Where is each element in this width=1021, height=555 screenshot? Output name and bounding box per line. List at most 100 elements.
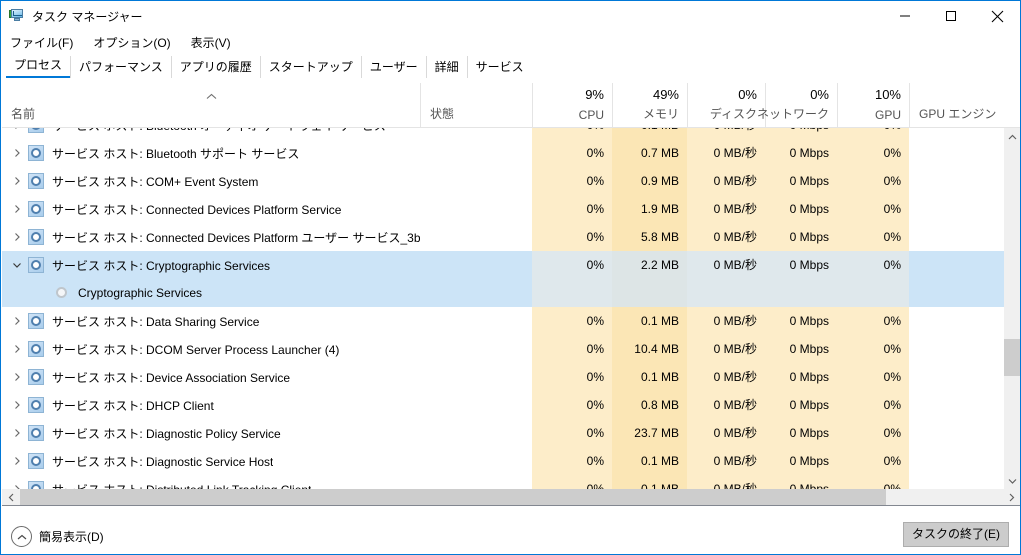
cell-network [765,279,837,307]
horizontal-scrollbar-thumb[interactable] [20,489,886,505]
minimize-button[interactable] [882,1,928,31]
scroll-left-icon[interactable] [2,489,19,505]
process-name-cell[interactable]: サービス ホスト: Bluetooth サポート サービス [2,139,420,167]
process-name-cell[interactable]: サービス ホスト: Diagnostic Service Host [2,447,420,475]
service-host-icon [28,341,44,357]
process-name-cell[interactable]: サービス ホスト: Cryptographic Services [2,251,420,279]
cell-gpu-engine [909,447,1004,475]
chevron-right-icon[interactable] [12,204,22,214]
cell-gpu: 0% [837,307,909,335]
chevron-right-icon[interactable] [12,400,22,410]
process-name-cell[interactable]: サービス ホスト: DHCP Client [2,391,420,419]
cell-gpu-engine [909,363,1004,391]
process-name-cell[interactable]: サービス ホスト: Diagnostic Policy Service [2,419,420,447]
horizontal-scrollbar[interactable] [2,489,1020,506]
process-name-label: サービス ホスト: Connected Devices Platform ユーザ… [52,230,420,245]
process-name-cell[interactable]: サービス ホスト: Bluetooth オーディオ ゲートウェイ サービス [2,128,420,139]
menu-item-file[interactable]: ファイル(F) [10,34,73,51]
cell-cpu: 0% [532,251,612,279]
cell-gpu: 0% [837,419,909,447]
process-name-cell[interactable]: サービス ホスト: Data Sharing Service [2,307,420,335]
cell-disk: 0 MB/秒 [687,475,765,489]
scroll-up-icon[interactable] [1004,128,1020,145]
maximize-button[interactable] [928,1,974,31]
chevron-down-icon[interactable] [12,260,22,270]
table-row[interactable]: サービス ホスト: Device Association Service 0% 0.… [2,363,1004,391]
process-name-cell[interactable]: サービス ホスト: Distributed Link Tracking Clie… [2,475,420,489]
column-header-cpu[interactable]: 9% CPU [532,83,612,127]
process-name-cell[interactable]: サービス ホスト: COM+ Event System [2,167,420,195]
chevron-right-icon[interactable] [12,128,22,130]
close-button[interactable] [974,1,1020,31]
vertical-scrollbar-thumb[interactable] [1004,339,1020,376]
column-header-name[interactable]: 名前 [2,83,420,127]
process-name-cell[interactable]: サービス ホスト: Device Association Service [2,363,420,391]
process-name-cell[interactable]: サービス ホスト: DCOM Server Process Launcher (… [2,335,420,363]
chevron-right-icon[interactable] [12,428,22,438]
process-name-cell[interactable]: サービス ホスト: Connected Devices Platform ユーザ… [2,223,420,251]
scroll-down-icon[interactable] [1004,472,1020,489]
chevron-right-icon[interactable] [12,176,22,186]
cell-network: 0 Mbps [765,128,837,139]
fewer-details-button[interactable]: 簡易表示(D) [11,526,104,547]
table-row[interactable]: サービス ホスト: DCOM Server Process Launcher (… [2,335,1004,363]
process-name-label: サービス ホスト: Bluetooth オーディオ ゲートウェイ サービス [52,128,386,134]
process-name-cell[interactable]: Cryptographic Services [2,279,420,307]
vertical-scrollbar[interactable] [1004,128,1020,489]
process-name-cell[interactable]: サービス ホスト: Connected Devices Platform Ser… [2,195,420,223]
cell-memory: 2.2 MB [612,251,687,279]
table-row[interactable]: Cryptographic Services [2,279,1004,307]
tab-4[interactable]: ユーザー [360,56,426,78]
footer-bar: 簡易表示(D) タスクの終了(E) [2,507,1020,554]
column-header-gpu-engine[interactable]: GPU エンジン [909,83,1020,127]
cell-disk: 0 MB/秒 [687,363,765,391]
table-row[interactable]: サービス ホスト: Bluetooth サポート サービス 0% 0.7 MB 0 M… [2,139,1004,167]
column-header-gpu[interactable]: 10% GPU [837,83,909,127]
chevron-right-icon[interactable] [12,316,22,326]
process-name-label: サービス ホスト: Diagnostic Service Host [52,454,274,469]
table-row[interactable]: サービス ホスト: Distributed Link Tracking Clie… [2,475,1004,489]
cell-memory: 0.1 MB [612,307,687,335]
table-row[interactable]: サービス ホスト: Connected Devices Platform ユーザ… [2,223,1004,251]
table-row[interactable]: サービス ホスト: COM+ Event System 0% 0.9 MB 0 MB/… [2,167,1004,195]
column-header-gpu-engine-label: GPU エンジン [919,107,997,121]
fewer-details-label: 簡易表示(D) [39,530,104,544]
cell-gpu: 0% [837,128,909,139]
table-row[interactable]: サービス ホスト: Diagnostic Service Host 0% 0.1 M… [2,447,1004,475]
column-header-memory[interactable]: 49% メモリ [612,83,687,127]
tab-1[interactable]: パフォーマンス [70,56,171,78]
chevron-right-icon[interactable] [12,232,22,242]
column-header-status[interactable]: 状態 [420,83,532,127]
table-row[interactable]: サービス ホスト: Data Sharing Service 0% 0.1 MB 0 … [2,307,1004,335]
column-header-memory-label: メモリ [642,107,679,121]
cell-disk [687,279,765,307]
chevron-right-icon[interactable] [12,456,22,466]
cell-memory: 10.4 MB [612,335,687,363]
cell-cpu: 0% [532,139,612,167]
tab-0[interactable]: プロセス [6,54,71,78]
table-row[interactable]: サービス ホスト: Connected Devices Platform Ser… [2,195,1004,223]
column-header-network[interactable]: 0% ネットワーク [757,83,837,127]
table-row[interactable]: サービス ホスト: Bluetooth オーディオ ゲートウェイ サービス 0%0… [2,128,1004,139]
tab-5[interactable]: 詳細 [425,56,467,78]
menu-item-options[interactable]: オプション(O) [93,34,170,51]
cell-network: 0 Mbps [765,363,837,391]
cell-cpu: 0% [532,335,612,363]
chevron-right-icon[interactable] [12,148,22,158]
menu-item-view[interactable]: 表示(V) [191,34,231,51]
table-row[interactable]: サービス ホスト: Cryptographic Services 0% 2.2 MB… [2,251,1004,279]
tab-6[interactable]: サービス [466,56,532,78]
tab-3[interactable]: スタートアップ [259,56,361,78]
column-header-disk[interactable]: 0% ディスク [687,83,765,127]
tab-2[interactable]: アプリの履歴 [170,56,260,78]
cell-gpu: 0% [837,447,909,475]
chevron-right-icon[interactable] [12,344,22,354]
scroll-right-icon[interactable] [1003,489,1020,505]
chevron-right-icon[interactable] [12,372,22,382]
end-task-button[interactable]: タスクの終了(E) [903,522,1009,547]
cell-disk: 0 MB/秒 [687,223,765,251]
table-row[interactable]: サービス ホスト: Diagnostic Policy Service 0% 23.… [2,419,1004,447]
service-host-icon [28,313,44,329]
table-row[interactable]: サービス ホスト: DHCP Client 0% 0.8 MB 0 MB/秒 0 Mbp… [2,391,1004,419]
cell-disk: 0 MB/秒 [687,447,765,475]
